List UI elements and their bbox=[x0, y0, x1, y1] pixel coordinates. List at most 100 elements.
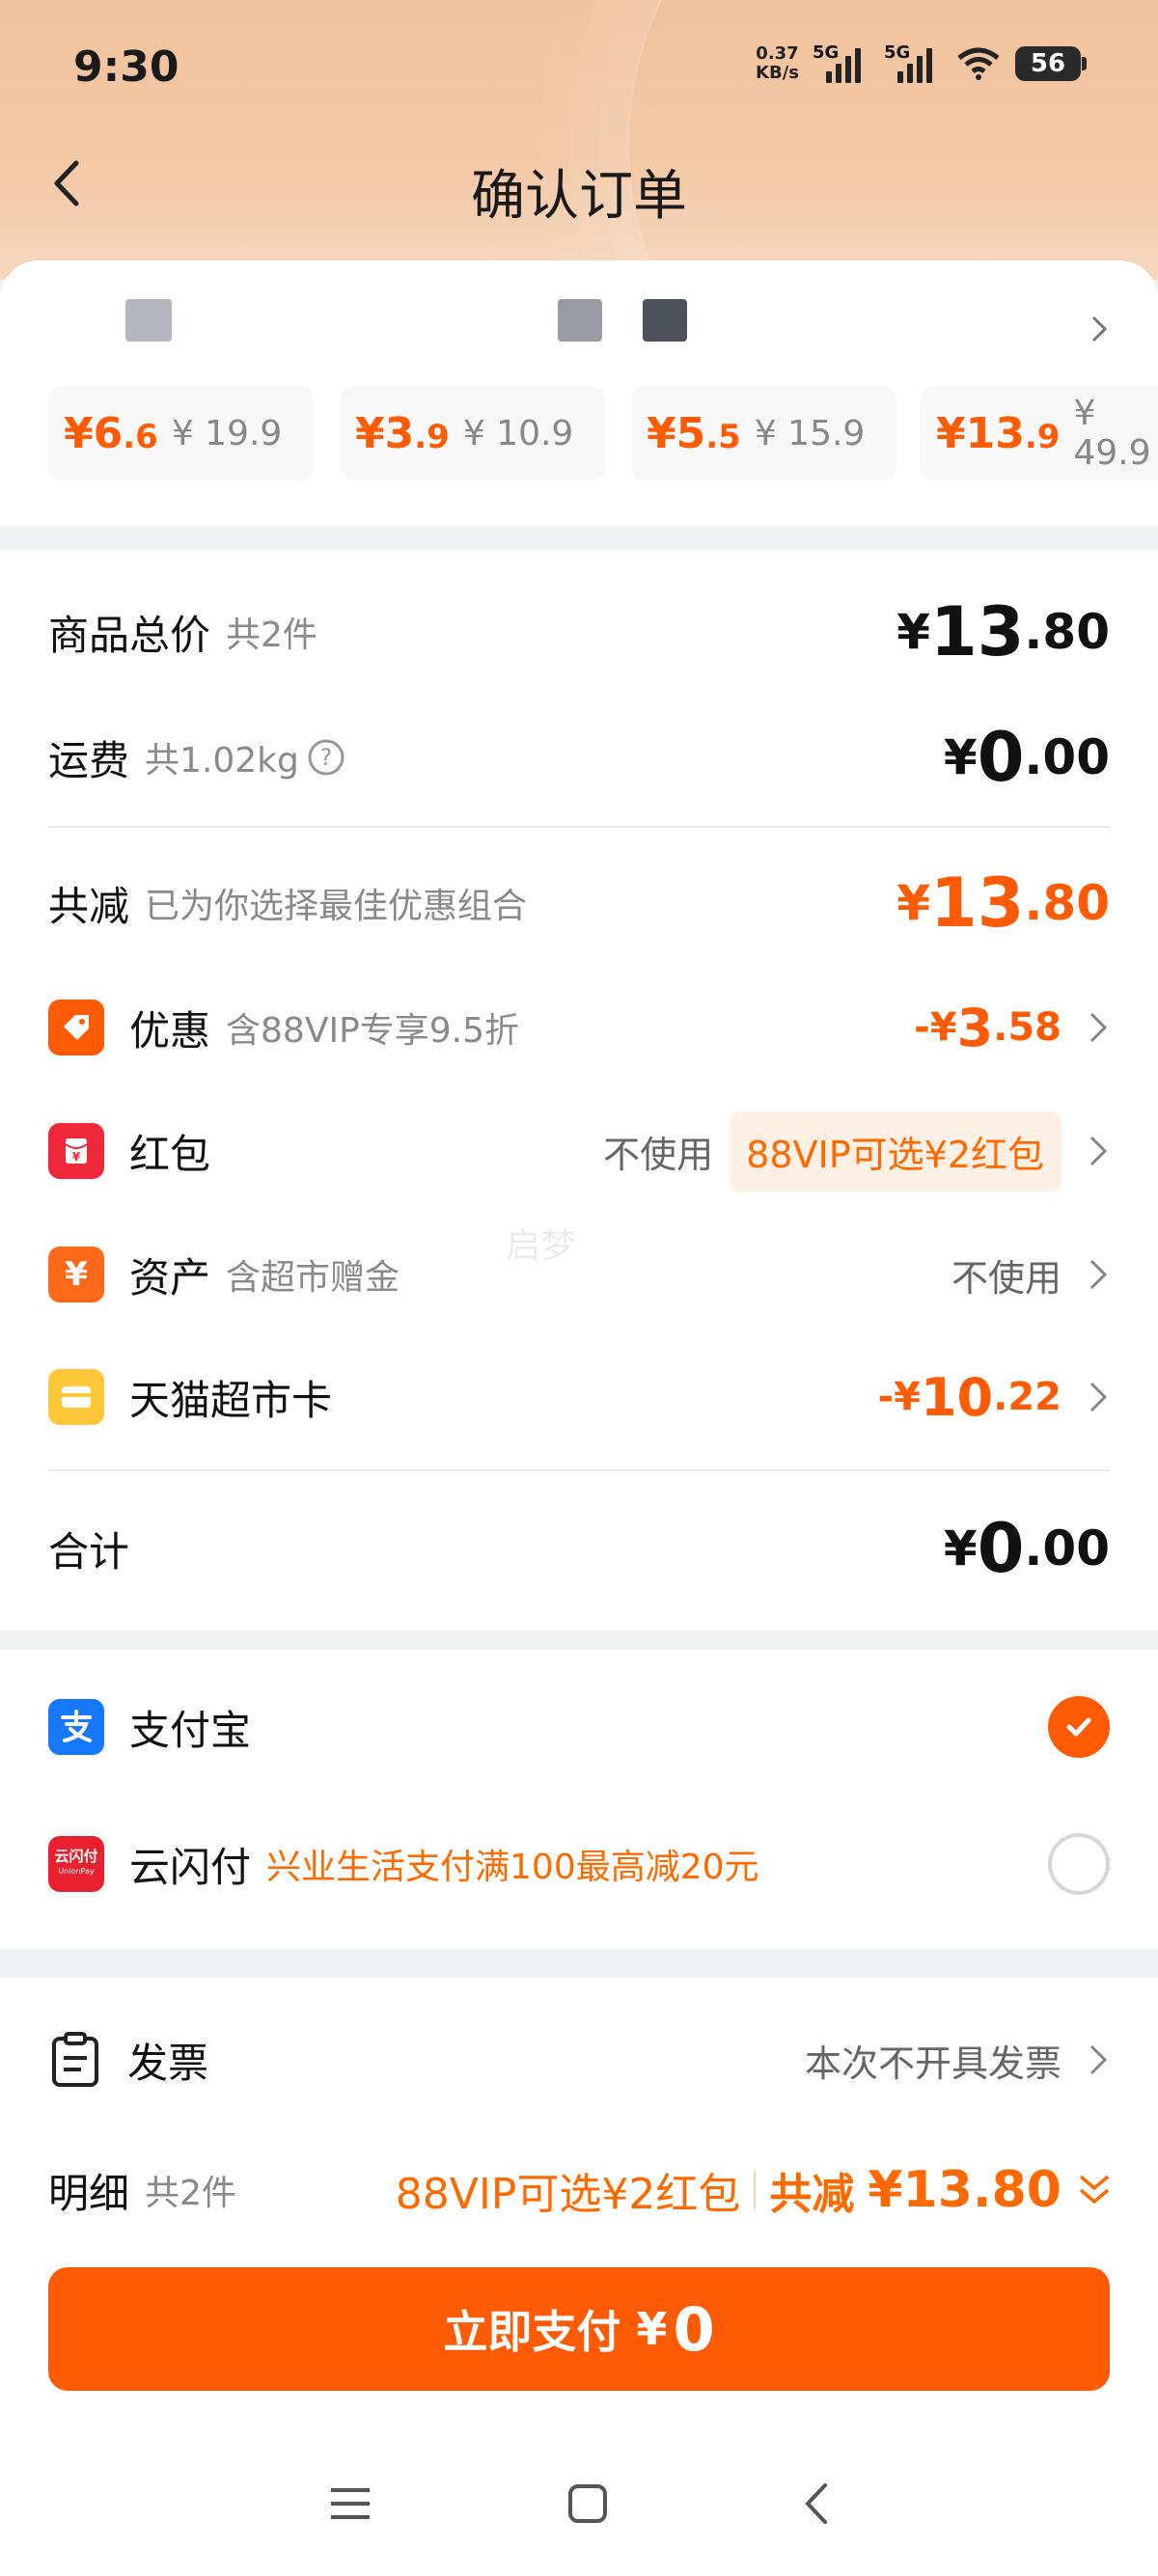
detail-vip-redpacket: 88VIP可选¥2红包 bbox=[395, 2170, 741, 2219]
status-time: 9:30 bbox=[73, 42, 179, 92]
sim2-label: 5G bbox=[884, 42, 911, 63]
sale-price-dec: .9 bbox=[1024, 417, 1061, 456]
clipboard-icon bbox=[52, 2032, 98, 2087]
original-price: ¥ 49.9 bbox=[1073, 394, 1151, 473]
check-icon bbox=[1066, 1717, 1091, 1737]
shipping-label: 运费 bbox=[48, 736, 130, 784]
home-icon[interactable] bbox=[566, 2482, 609, 2525]
unionpay-icon: 云闪付 UnionPay bbox=[48, 1836, 104, 1892]
help-icon[interactable]: ? bbox=[307, 738, 345, 777]
unionpay-icon-sub: UnionPay bbox=[58, 1867, 95, 1876]
goods-total-label: 商品总价 bbox=[48, 611, 211, 659]
detail-discount-label: 共减 bbox=[769, 2170, 855, 2219]
invoice-value: 本次不开具发票 bbox=[805, 2021, 1062, 2098]
product-price-item: ¥6.6 ¥ 19.9 bbox=[48, 386, 314, 480]
card-icon bbox=[48, 1369, 104, 1425]
page-title: 确认订单 bbox=[471, 165, 687, 228]
goods-total-count: 共2件 bbox=[226, 616, 317, 655]
sale-price-int: ¥3 bbox=[355, 408, 415, 458]
sale-price: ¥3.9 bbox=[355, 409, 450, 458]
product-price-item: ¥5.5 ¥ 15.9 bbox=[631, 386, 896, 480]
alipay-icon bbox=[48, 1699, 104, 1755]
battery-icon: 56 bbox=[1015, 46, 1087, 81]
detail-count: 共2件 bbox=[145, 2174, 236, 2213]
unionpay-label: 云闪付 bbox=[129, 1843, 252, 1891]
status-icons: 0.37 KB/s 5G 5G 56 bbox=[756, 42, 1087, 83]
shipping-amount: ¥0.00 bbox=[943, 718, 1110, 797]
currency: ¥ bbox=[943, 1521, 978, 1576]
tmall-card-amount: -¥ 10.22 bbox=[878, 1358, 1062, 1436]
assets-status: 不使用 bbox=[951, 1256, 1062, 1300]
amount-dec: .58 bbox=[993, 1005, 1062, 1050]
sale-price: ¥13.9 bbox=[936, 409, 1060, 458]
sale-price: ¥6.6 bbox=[64, 409, 158, 458]
assets-label: 资产 bbox=[129, 1253, 211, 1302]
sale-price-int: ¥6 bbox=[64, 408, 124, 458]
pay-now-label: 立即支付 bbox=[443, 2306, 621, 2358]
net-speed-unit: KB/s bbox=[756, 63, 799, 83]
menu-icon[interactable] bbox=[327, 2484, 373, 2523]
alipay-label: 支付宝 bbox=[129, 1706, 252, 1754]
amount-int: 13 bbox=[930, 592, 1025, 671]
double-chevron-down-icon[interactable] bbox=[1075, 2171, 1114, 2209]
original-price: ¥ 10.9 bbox=[462, 413, 574, 453]
sale-price-int: ¥13 bbox=[936, 408, 1025, 458]
alipay-option[interactable]: 支付宝 bbox=[48, 1688, 1110, 1766]
product-thumb bbox=[125, 299, 172, 342]
amount-dec: .00 bbox=[1024, 1521, 1110, 1576]
divider bbox=[754, 2171, 757, 2209]
promo-amount: -¥ 3.58 bbox=[914, 989, 1062, 1066]
detail-summary[interactable]: 88VIP可选¥2红包 共减 ¥13.80 bbox=[396, 2151, 1062, 2229]
back-nav-icon[interactable] bbox=[802, 2481, 831, 2526]
unionpay-option[interactable]: 云闪付 UnionPay 云闪付 兴业生活支付满100最高减20元 bbox=[48, 1825, 1110, 1903]
unionpay-icon-text: 云闪付 bbox=[54, 1848, 98, 1865]
currency: -¥ bbox=[914, 1005, 957, 1050]
chevron-right-icon bbox=[1089, 2044, 1108, 2075]
sale-price-int: ¥5 bbox=[647, 408, 706, 458]
shipping-weight: 共1.02kg bbox=[145, 741, 299, 781]
system-nav-bar bbox=[0, 2431, 1158, 2576]
amount-dec: .80 bbox=[1024, 604, 1110, 660]
tmall-card-label: 天猫超市卡 bbox=[129, 1376, 333, 1424]
unionpay-radio[interactable] bbox=[1048, 1833, 1110, 1895]
assets-desc: 含超市赠金 bbox=[226, 1258, 400, 1298]
goods-total-amount: ¥13.80 bbox=[896, 592, 1110, 671]
amount-int: 3 bbox=[956, 997, 994, 1058]
grand-total-label: 合计 bbox=[48, 1527, 130, 1576]
promo-desc: 含88VIP专享9.5折 bbox=[226, 1011, 520, 1051]
sale-price-dec: .9 bbox=[414, 417, 450, 456]
divider bbox=[48, 1469, 1110, 1471]
alipay-radio-selected[interactable] bbox=[1048, 1696, 1110, 1758]
tag-icon bbox=[48, 1000, 104, 1055]
red-packet-icon: ¥ bbox=[48, 1123, 104, 1179]
amount-int: 0 bbox=[977, 1509, 1025, 1588]
svg-text:¥: ¥ bbox=[72, 1150, 81, 1164]
redpacket-status: 不使用 bbox=[603, 1133, 714, 1176]
vip-redpacket-badge[interactable]: 88VIP可选¥2红包 bbox=[729, 1110, 1062, 1192]
yen-icon: ¥ bbox=[48, 1247, 104, 1302]
signal-2-icon: 5G bbox=[884, 42, 942, 83]
assets-value: 不使用 bbox=[951, 1236, 1062, 1313]
sale-price: ¥5.5 bbox=[647, 409, 741, 458]
currency: ¥ bbox=[896, 604, 930, 660]
svg-text:?: ? bbox=[320, 744, 333, 771]
original-price: ¥ 15.9 bbox=[754, 413, 866, 453]
product-card[interactable]: ¥6.6 ¥ 19.9 ¥3.9 ¥ 10.9 ¥5.5 ¥ 15.9 ¥13.… bbox=[0, 260, 1158, 526]
detail-label: 明细 bbox=[48, 2169, 130, 2217]
original-price: ¥ 19.9 bbox=[171, 413, 283, 453]
amount-int: 0 bbox=[977, 718, 1025, 797]
currency: -¥ bbox=[877, 1375, 921, 1419]
redpacket-label: 红包 bbox=[129, 1130, 211, 1178]
price-summary-card: 商品总价 共2件 ¥13.80 运费 共1.02kg ? ¥0.00 共减 已为… bbox=[0, 550, 1158, 1631]
amount-int: 13 bbox=[930, 863, 1025, 943]
discount-amount: ¥13.80 bbox=[896, 863, 1110, 943]
pay-now-button[interactable]: 立即支付 ¥0 bbox=[48, 2267, 1110, 2391]
net-speed-value: 0.37 bbox=[756, 43, 799, 64]
chevron-right-icon bbox=[1089, 1382, 1108, 1412]
grand-total-amount: ¥0.00 bbox=[944, 1505, 1110, 1592]
redpacket-value: 不使用 88VIP可选¥2红包 bbox=[603, 1110, 1062, 1192]
nav-bar: 确认订单 bbox=[0, 145, 1158, 228]
currency: ¥ bbox=[943, 729, 978, 785]
product-price-item: ¥3.9 ¥ 10.9 bbox=[340, 386, 605, 480]
chevron-right-icon bbox=[1091, 315, 1108, 343]
